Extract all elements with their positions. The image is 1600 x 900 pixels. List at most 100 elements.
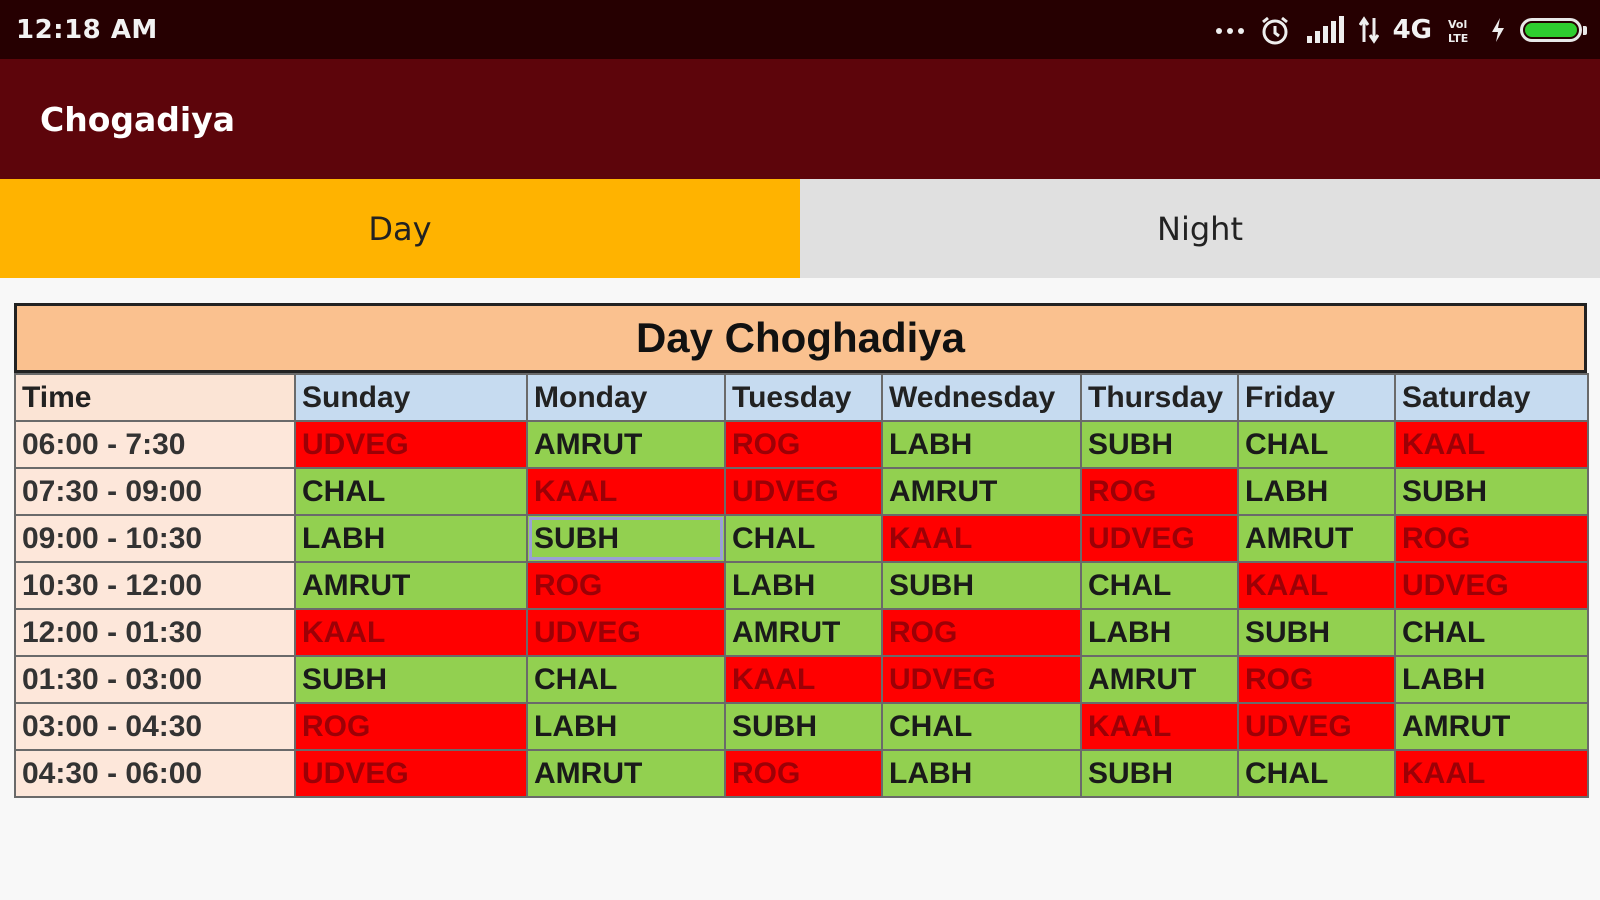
table-cell: SUBH xyxy=(294,655,528,704)
table-cell: LABH xyxy=(1080,608,1239,657)
table-cell: ROG xyxy=(1080,467,1239,516)
status-icons: 4G Vol LTE xyxy=(1215,14,1587,46)
table-cell: UDVEG xyxy=(1237,702,1396,751)
choghadiya-table: Day Choghadiya Time Sunday Monday Tuesday We… xyxy=(14,303,1589,798)
status-bar: 12:18 AM 4G Vol LTE xyxy=(0,0,1600,59)
table-cell: CHAL xyxy=(881,702,1082,751)
table-row: 01:30 - 03:00 SUBH CHAL KAAL UDVEG AMRUT ROG LA… xyxy=(14,655,1589,704)
table-cell: SUBH xyxy=(1237,608,1396,657)
table-cell: LABH xyxy=(526,702,726,751)
table-cell: SUBH xyxy=(1394,467,1589,516)
table-cell: ROG xyxy=(1394,514,1589,563)
table-cell: AMRUT xyxy=(526,749,726,798)
table-cell: KAAL xyxy=(1394,749,1589,798)
table-row: 03:00 - 04:30 ROG LABH SUBH CHAL KAAL UDVEG AMR… xyxy=(14,702,1589,751)
table-cell: AMRUT xyxy=(526,420,726,469)
time-slot: 09:00 - 10:30 xyxy=(14,514,296,563)
time-slot: 06:00 - 7:30 xyxy=(14,420,296,469)
table-cell: LABH xyxy=(294,514,528,563)
charging-icon xyxy=(1490,16,1506,44)
table-cell: AMRUT xyxy=(881,467,1082,516)
more-dots-icon xyxy=(1215,25,1245,35)
time-slot: 01:30 - 03:00 xyxy=(14,655,296,704)
table-cell: AMRUT xyxy=(1237,514,1396,563)
header-friday: Friday xyxy=(1237,373,1396,422)
table-cell: SUBH xyxy=(1080,749,1239,798)
tab-day[interactable]: Day xyxy=(0,179,800,278)
signal-icon xyxy=(1305,15,1345,44)
table-row: 07:30 - 09:00 CHAL KAAL UDVEG AMRUT ROG LABH SU… xyxy=(14,467,1589,516)
table-cell: AMRUT xyxy=(294,561,528,610)
table-row: 10:30 - 12:00 AMRUT ROG LABH SUBH CHAL KAAL UDV… xyxy=(14,561,1589,610)
choghadiya-grid: Time Sunday Monday Tuesday Wednesday Thursday… xyxy=(14,373,1589,798)
table-cell: SUBH xyxy=(1080,420,1239,469)
volte-icon: Vol LTE xyxy=(1446,16,1476,44)
table-cell: AMRUT xyxy=(724,608,883,657)
table-cell: KAAL xyxy=(1237,561,1396,610)
table-cell: AMRUT xyxy=(1394,702,1589,751)
table-cell: CHAL xyxy=(1394,608,1589,657)
table-cell: ROG xyxy=(1237,655,1396,704)
svg-text:Vol: Vol xyxy=(1448,18,1467,31)
header-sunday: Sunday xyxy=(294,373,528,422)
table-cell: KAAL xyxy=(1080,702,1239,751)
battery-icon xyxy=(1520,17,1587,42)
header-saturday: Saturday xyxy=(1394,373,1589,422)
header-wednesday: Wednesday xyxy=(881,373,1082,422)
table-cell: LABH xyxy=(881,420,1082,469)
table-row: 06:00 - 7:30 UDVEG AMRUT ROG LABH SUBH CHAL KAA… xyxy=(14,420,1589,469)
table-cell: ROG xyxy=(724,420,883,469)
table-cell: KAAL xyxy=(724,655,883,704)
table-cell: CHAL xyxy=(1237,420,1396,469)
header-tuesday: Tuesday xyxy=(724,373,883,422)
battery-level xyxy=(1525,22,1577,37)
table-cell: CHAL xyxy=(526,655,726,704)
table-cell: UDVEG xyxy=(294,749,528,798)
table-cell: CHAL xyxy=(1237,749,1396,798)
header-monday: Monday xyxy=(526,373,726,422)
table-cell: LABH xyxy=(1237,467,1396,516)
time-slot: 04:30 - 06:00 xyxy=(14,749,296,798)
time-slot: 07:30 - 09:00 xyxy=(14,467,296,516)
app-bar: Chogadiya xyxy=(0,59,1600,179)
svg-text:LTE: LTE xyxy=(1448,32,1468,44)
table-row: 04:30 - 06:00 UDVEG AMRUT ROG LABH SUBH CHAL KA… xyxy=(14,749,1589,798)
table-cell: LABH xyxy=(881,749,1082,798)
table-cell: CHAL xyxy=(1080,561,1239,610)
table-cell: SUBH xyxy=(881,561,1082,610)
time-slot: 10:30 - 12:00 xyxy=(14,561,296,610)
table-cell: UDVEG xyxy=(1080,514,1239,563)
header-row: Time Sunday Monday Tuesday Wednesday Thursday… xyxy=(14,373,1589,422)
tab-night[interactable]: Night xyxy=(800,179,1600,278)
data-arrows-icon xyxy=(1358,15,1379,44)
table-cell: KAAL xyxy=(1394,420,1589,469)
table-cell: CHAL xyxy=(724,514,883,563)
table-cell: CHAL xyxy=(294,467,528,516)
table-cell: UDVEG xyxy=(881,655,1082,704)
table-cell: KAAL xyxy=(526,467,726,516)
table-cell: KAAL xyxy=(294,608,528,657)
table-cell: UDVEG xyxy=(294,420,528,469)
table-cell: UDVEG xyxy=(724,467,883,516)
alarm-icon xyxy=(1259,14,1291,46)
table-cell: SUBH xyxy=(526,514,726,563)
table-row: 09:00 - 10:30 LABH SUBH CHAL KAAL UDVEG AMRUT R… xyxy=(14,514,1589,563)
table-cell: LABH xyxy=(1394,655,1589,704)
app-title: Chogadiya xyxy=(40,99,235,139)
table-cell: UDVEG xyxy=(526,608,726,657)
table-cell: SUBH xyxy=(724,702,883,751)
table-cell: AMRUT xyxy=(1080,655,1239,704)
table-cell: ROG xyxy=(294,702,528,751)
time-slot: 12:00 - 01:30 xyxy=(14,608,296,657)
table-cell: UDVEG xyxy=(1394,561,1589,610)
table-cell: ROG xyxy=(881,608,1082,657)
table-cell: ROG xyxy=(724,749,883,798)
time-slot: 03:00 - 04:30 xyxy=(14,702,296,751)
table-cell: LABH xyxy=(724,561,883,610)
network-type: 4G xyxy=(1392,14,1432,45)
table-cell: ROG xyxy=(526,561,726,610)
table-title: Day Choghadiya xyxy=(14,303,1587,373)
status-time: 12:18 AM xyxy=(16,14,158,45)
table-row: 12:00 - 01:30 KAAL UDVEG AMRUT ROG LABH SUBH CH… xyxy=(14,608,1589,657)
tab-bar: Day Night xyxy=(0,179,1600,278)
